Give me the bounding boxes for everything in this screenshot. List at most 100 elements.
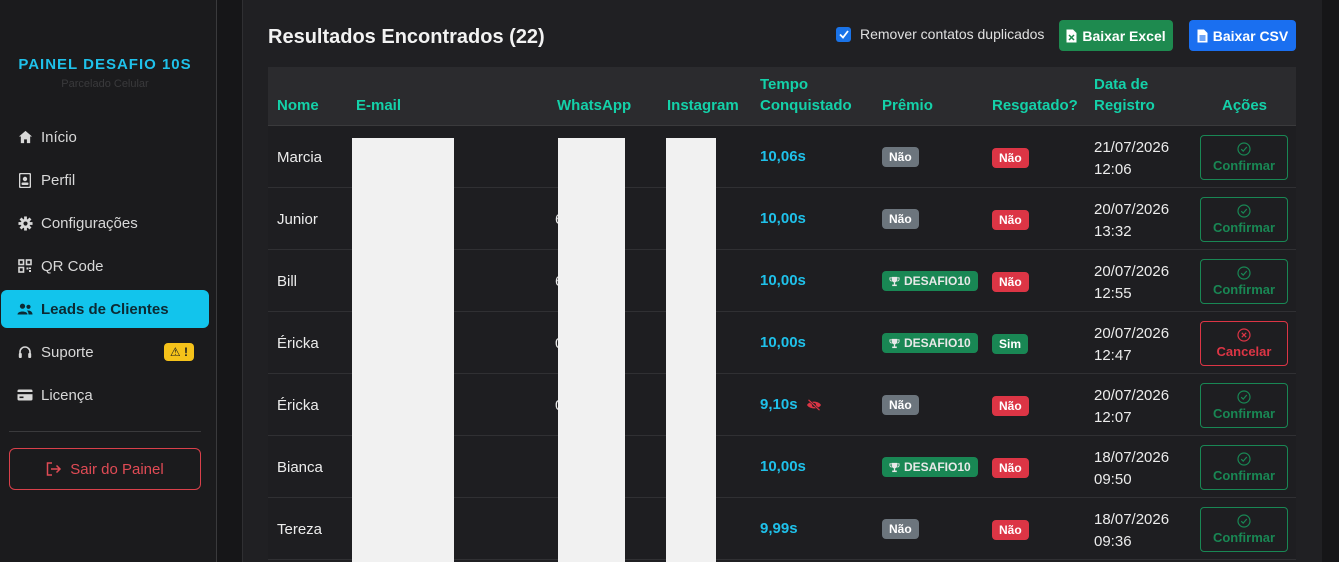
prize-badge: DESAFIO10 — [882, 457, 978, 477]
confirm-button[interactable]: Confirmar — [1200, 259, 1288, 304]
download-csv-label: Baixar CSV — [1212, 27, 1289, 44]
logout-button[interactable]: Sair do Painel — [9, 448, 201, 490]
cell-resgatado: Sim — [992, 334, 1029, 354]
redeemed-badge: Não — [992, 272, 1029, 292]
prize-badge-label: DESAFIO10 — [904, 274, 971, 288]
cell-resgatado: Não — [992, 148, 1029, 168]
sidebar-item-licenca[interactable]: Licença — [1, 376, 210, 414]
cell-nome: Junior — [277, 211, 318, 228]
sidebar-item-label: QR Code — [41, 257, 104, 275]
header-premio: Prêmio — [882, 97, 933, 114]
csv-file-icon — [1197, 29, 1208, 42]
confirm-button[interactable]: Confirmar — [1200, 507, 1288, 552]
tempo-value: 10,06s — [760, 148, 806, 165]
cell-data-registro: 18/07/2026 09:36 — [1094, 509, 1169, 553]
tempo-value: 9,10s — [760, 396, 798, 413]
table-header: Nome E-mail WhatsApp Instagram Tempo Con… — [268, 67, 1296, 126]
prize-badge: DESAFIO10 — [882, 271, 978, 291]
dedupe-label: Remover contatos duplicados — [860, 26, 1045, 42]
redeemed-badge: Sim — [992, 334, 1029, 354]
redeemed-badge: Não — [992, 148, 1029, 168]
cell-resgatado: Não — [992, 458, 1029, 478]
action-label: Confirmar — [1212, 530, 1276, 545]
time-value: 12:47 — [1094, 347, 1132, 364]
qr-code-icon — [17, 258, 33, 274]
warning-badge: ⚠ ! — [163, 343, 194, 361]
cell-tempo: 9,99s — [760, 520, 798, 537]
trophy-icon — [889, 338, 900, 348]
redeemed-badge: Não — [992, 396, 1029, 416]
confirm-button[interactable]: Confirmar — [1200, 445, 1288, 490]
confirm-button[interactable]: Confirmar — [1200, 197, 1288, 242]
tempo-value: 10,00s — [760, 210, 806, 227]
time-value: 13:32 — [1094, 223, 1132, 240]
sidebar-item-label: Início — [41, 128, 77, 146]
confirm-button[interactable]: Confirmar — [1200, 383, 1288, 428]
download-csv-button[interactable]: Baixar CSV — [1189, 20, 1296, 51]
x-circle-icon — [1237, 328, 1251, 342]
redeemed-badge: Não — [992, 520, 1029, 540]
cell-resgatado: Não — [992, 210, 1029, 230]
check-circle-icon — [1237, 204, 1251, 218]
date-value: 20/07/2026 — [1094, 325, 1170, 342]
sidebar-item-perfil[interactable]: Perfil — [1, 161, 210, 199]
action-label: Confirmar — [1212, 220, 1276, 235]
sidebar-item-inicio[interactable]: Início — [1, 118, 210, 156]
id-card-icon — [17, 172, 33, 188]
brand-subtitle: Parcelado Celular — [61, 78, 149, 90]
sidebar-item-configuracoes[interactable]: Configurações — [1, 204, 210, 242]
cell-tempo: 10,06s — [760, 148, 806, 165]
header-tempo-line2: Conquistado — [760, 97, 852, 114]
redeemed-badge: Não — [992, 210, 1029, 230]
confirm-button[interactable]: Confirmar — [1200, 135, 1288, 180]
time-value: 12:55 — [1094, 285, 1132, 302]
prize-badge-label: DESAFIO10 — [904, 336, 971, 350]
time-value: 12:06 — [1094, 161, 1132, 178]
header-acoes: Ações — [1222, 97, 1268, 114]
cell-resgatado: Não — [992, 272, 1029, 292]
header-data-line1: Data de — [1094, 76, 1149, 93]
dedupe-checkbox[interactable] — [836, 26, 851, 42]
sidebar-item-label: Licença — [41, 386, 93, 404]
cell-premio: DESAFIO10 — [882, 271, 978, 291]
prize-badge: DESAFIO10 — [882, 333, 978, 353]
results-card: Resultados Encontrados (22) Remover cont… — [242, 0, 1322, 562]
action-label: Confirmar — [1212, 468, 1276, 483]
action-label: Confirmar — [1212, 282, 1276, 297]
credit-card-icon — [17, 387, 33, 403]
time-value: 09:50 — [1094, 471, 1132, 488]
check-circle-icon — [1237, 266, 1251, 280]
cancel-button[interactable]: Cancelar — [1200, 321, 1288, 366]
cell-nome: Tereza — [277, 521, 323, 538]
action-label: Cancelar — [1216, 344, 1272, 359]
cell-nome: Éricka — [277, 397, 319, 414]
dedupe-checkbox-group[interactable]: Remover contatos duplicados — [836, 26, 1044, 42]
excel-file-icon — [1066, 29, 1077, 42]
cell-nome: Éricka — [277, 335, 319, 352]
cell-data-registro: 21/07/2026 12:06 — [1094, 137, 1169, 181]
cell-tempo: 10,00s — [760, 334, 806, 351]
check-circle-icon — [1237, 452, 1251, 466]
date-value: 20/07/2026 — [1094, 263, 1170, 280]
sidebar-item-leads-de-clientes[interactable]: Leads de Clientes — [1, 290, 209, 328]
tempo-value: 10,00s — [760, 458, 806, 475]
download-excel-button[interactable]: Baixar Excel — [1059, 20, 1173, 51]
action-label: Confirmar — [1212, 406, 1276, 421]
prize-badge: Não — [882, 147, 919, 167]
action-label: Confirmar — [1212, 158, 1276, 173]
prize-badge: Não — [882, 209, 919, 229]
check-circle-icon — [1237, 142, 1251, 156]
tempo-value: 9,99s — [760, 520, 798, 537]
sidebar-item-label: Perfil — [41, 171, 76, 189]
prize-badge: Não — [882, 395, 919, 415]
sidebar-item-label: Configurações — [41, 214, 138, 232]
sidebar-item-qr-code[interactable]: QR Code — [1, 247, 210, 285]
home-icon — [17, 129, 33, 145]
header-data-line2: Registro — [1094, 97, 1155, 114]
trophy-icon — [889, 462, 900, 472]
cell-data-registro: 20/07/2026 13:32 — [1094, 199, 1169, 243]
sidebar-item-suporte[interactable]: Suporte ⚠ ! — [1, 333, 210, 371]
gear-icon — [17, 215, 33, 231]
privacy-mask-whatsapp — [558, 138, 625, 562]
cell-premio: DESAFIO10 — [882, 333, 978, 353]
